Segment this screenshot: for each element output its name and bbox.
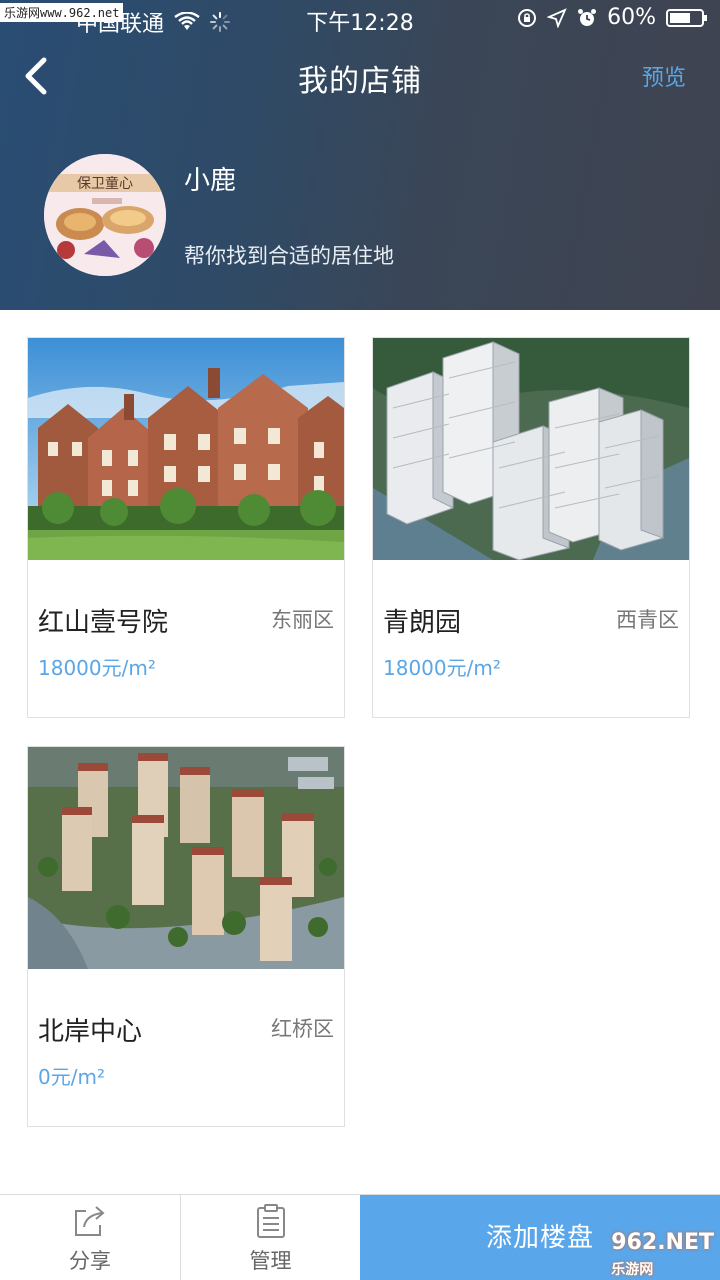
status-right: 60% bbox=[517, 5, 708, 30]
avatar-image: 保卫童心 bbox=[44, 154, 166, 276]
avatar-text: 保卫童心 bbox=[77, 175, 133, 192]
tab-share-label: 分享 bbox=[69, 1249, 111, 1273]
watermark-top-left: 乐游网www.962.net bbox=[0, 3, 124, 22]
listing-card[interactable]: 北岸中心 红桥区 0元/m² bbox=[27, 746, 345, 1127]
preview-button[interactable]: 预览 bbox=[642, 60, 686, 92]
page-title: 我的店铺 bbox=[298, 64, 422, 99]
shop-header: 中国联通 下午12:28 60% 乐游网www.962.net 我的店铺 预览 … bbox=[0, 0, 720, 310]
listing-district: 西青区 bbox=[616, 608, 679, 632]
listing-price: 0元/m² bbox=[38, 1065, 105, 1089]
alarm-icon bbox=[578, 8, 597, 26]
shop-description: 帮你找到合适的居住地 bbox=[184, 244, 394, 268]
rotation-lock-icon bbox=[518, 8, 537, 27]
watermark-bottom-right: 962.NET 乐游网 bbox=[611, 1230, 714, 1280]
listing-price: 18000元/m² bbox=[38, 656, 156, 680]
shop-name: 小鹿 bbox=[184, 166, 237, 196]
battery-percent: 60% bbox=[607, 5, 656, 30]
watermark-main: 962.NET bbox=[611, 1230, 714, 1255]
listing-image-complex bbox=[28, 747, 344, 969]
listing-name: 红山壹号院 bbox=[38, 608, 169, 638]
listing-image-towers bbox=[373, 338, 689, 560]
battery-icon bbox=[666, 8, 707, 27]
listing-image-villa bbox=[28, 338, 344, 560]
listing-name: 北岸中心 bbox=[38, 1017, 143, 1047]
listing-card[interactable]: 红山壹号院 东丽区 18000元/m² bbox=[27, 337, 345, 718]
listing-district: 东丽区 bbox=[271, 608, 334, 632]
share-icon bbox=[75, 1206, 105, 1236]
tab-share[interactable]: 分享 bbox=[0, 1195, 180, 1280]
clipboard-icon bbox=[257, 1204, 285, 1238]
location-icon bbox=[547, 7, 567, 28]
tab-manage-label: 管理 bbox=[249, 1249, 292, 1273]
listing-district: 红桥区 bbox=[271, 1017, 334, 1041]
listing-name: 青朗园 bbox=[383, 608, 462, 638]
tab-manage[interactable]: 管理 bbox=[180, 1195, 360, 1280]
listing-card[interactable]: 青朗园 西青区 18000元/m² bbox=[372, 337, 690, 718]
listing-price: 18000元/m² bbox=[383, 656, 501, 680]
avatar[interactable]: 保卫童心 bbox=[44, 154, 166, 276]
watermark-sub: 乐游网 bbox=[611, 1262, 654, 1278]
